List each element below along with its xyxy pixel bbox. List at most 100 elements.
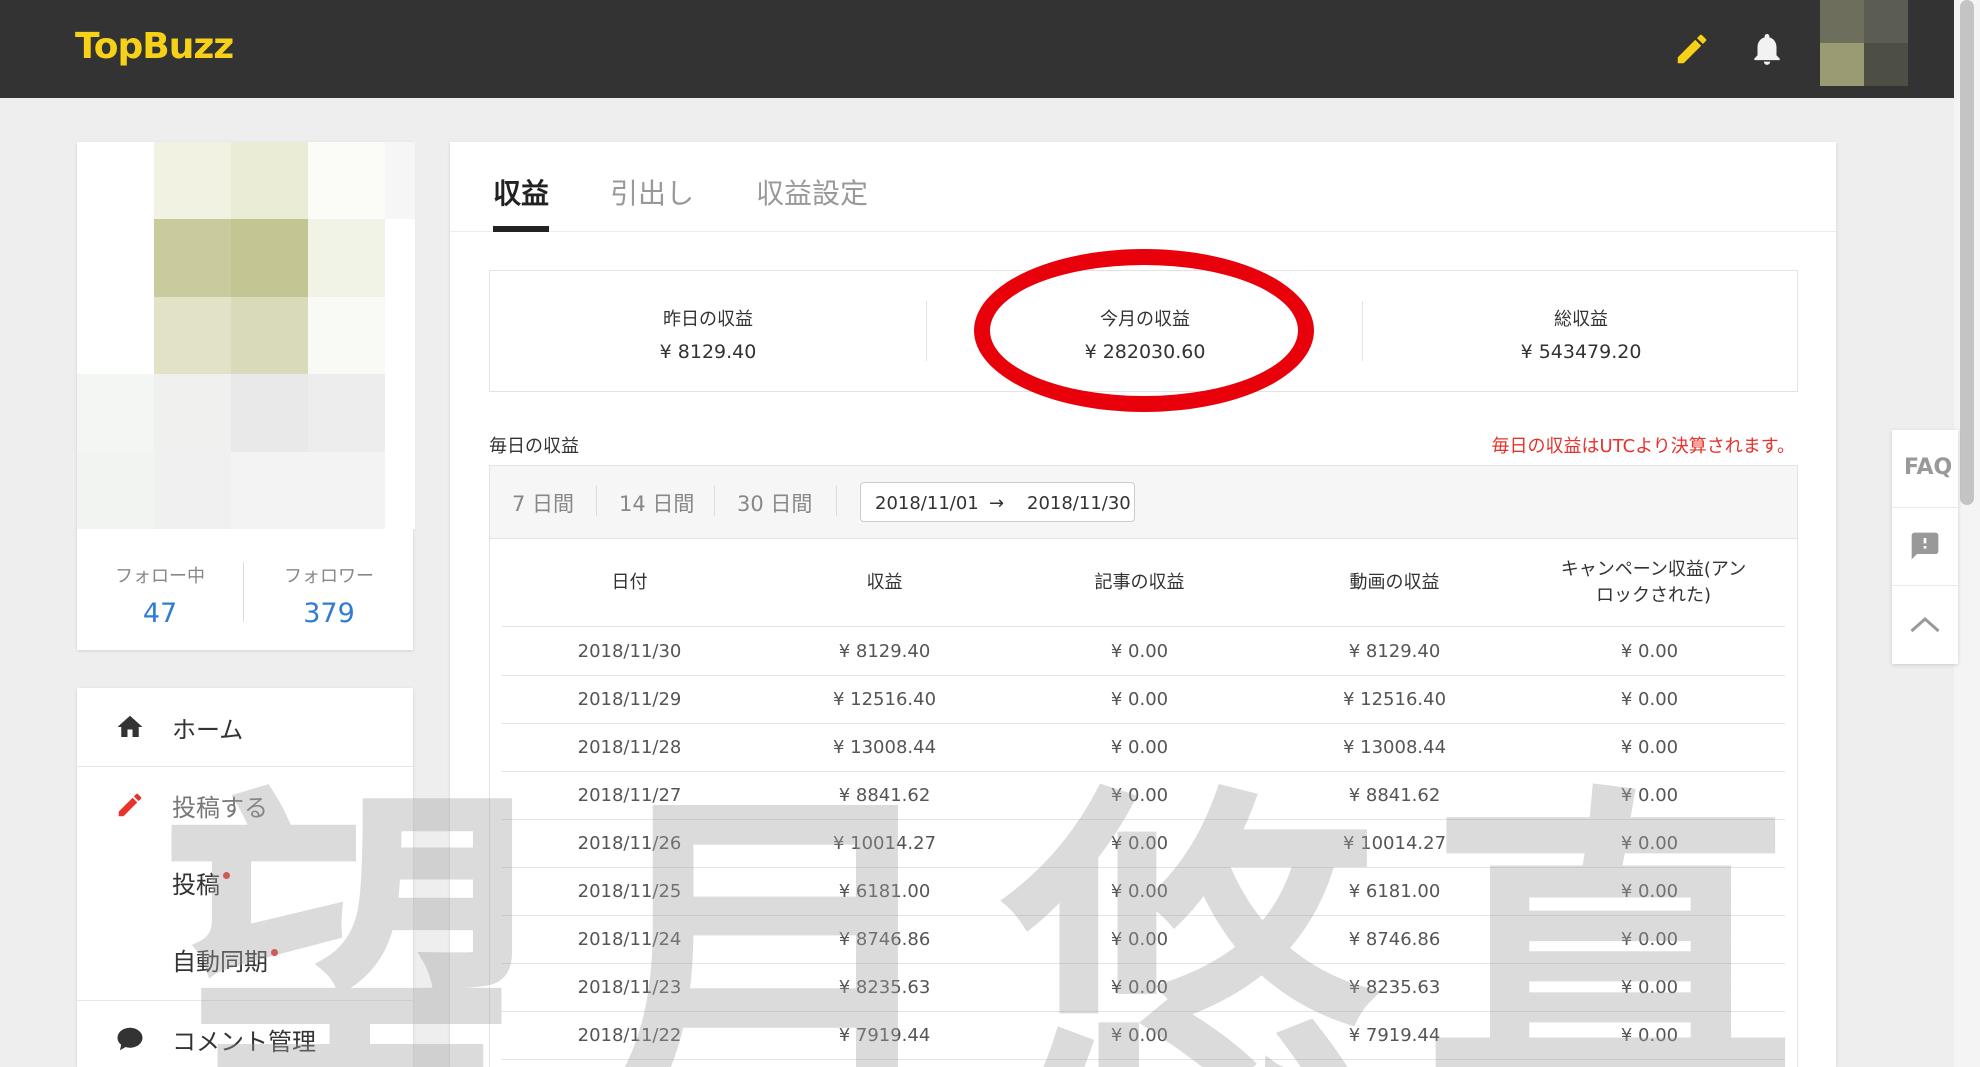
followers-count[interactable]: 379 [254,598,404,629]
table-cell: ¥ 8841.62 [1348,785,1441,806]
table-cell: ¥ 12516.40 [832,689,937,710]
nav-post-label: 投稿 [172,871,220,899]
tab-earnings-settings[interactable]: 収益設定 [756,172,868,212]
nav-comments-label: コメント管理 [172,1028,316,1056]
table-cell: 2018/11/24 [577,929,682,950]
follow-divider [243,562,244,622]
feedback-button[interactable] [1892,508,1958,586]
table-cell: 2018/11/29 [577,689,682,710]
table-row: 2018/11/28 ¥ 13008.44 ¥ 0.00 ¥ 13008.44 ¥ 0.… [502,724,1785,772]
nav-auto-sync-label: 自動同期 [172,948,268,976]
column-header-earnings: 収益 [866,572,903,593]
period-divider [836,486,837,516]
table-cell: ¥ 0.00 [1110,785,1169,806]
pencil-icon[interactable] [1673,30,1711,68]
table-cell: ¥ 10014.27 [832,833,937,854]
faq-label: FAQ [1904,455,1953,480]
table-cell: 2018/11/26 [577,833,682,854]
table-cell: ¥ 0.00 [1620,689,1679,710]
side-nav: ホーム 投稿する 投稿 自動同期 コメント管理 [77,688,413,1067]
tab-withdraw[interactable]: 引出し [610,172,694,212]
profile-card: フォロー中 47 フォロワー 379 [77,142,415,650]
table-cell: ¥ 6181.00 [1348,881,1441,902]
table-cell: ¥ 8235.63 [1348,977,1441,998]
nav-item-home[interactable]: ホーム [77,688,413,766]
table-cell: ¥ 8841.62 [838,785,931,806]
bell-icon[interactable] [1748,30,1786,68]
scrollbar-thumb[interactable] [1960,0,1974,505]
summary-yesterday: 昨日の収益 ¥ 8129.40 [490,305,926,363]
comment-icon [117,1027,143,1051]
table-cell: ¥ 0.00 [1110,737,1169,758]
table-cell: ¥ 12516.40 [1342,689,1447,710]
faq-button[interactable]: FAQ [1892,430,1958,508]
nav-item-auto-sync[interactable]: 自動同期 [77,920,413,998]
table-cell: ¥ 6181.00 [838,881,931,902]
highlight-circle [974,249,1314,412]
followers-stat[interactable]: フォロワー 379 [254,562,404,629]
table-cell: ¥ 0.00 [1110,1025,1169,1046]
table-cell: 2018/11/30 [577,641,682,662]
top-bar: TopBuzz [0,0,1980,98]
date-from: 2018/11/01 [875,493,979,514]
table-row: 2018/11/22 ¥ 7919.44 ¥ 0.00 ¥ 7919.44 ¥ 0.00 [502,1012,1785,1060]
utc-settlement-note: 毎日の収益はUTCより決算されます。 [1491,436,1795,457]
period-7-days[interactable]: 7 日間 [512,488,574,518]
profile-picture [77,142,415,529]
table-row: 2018/11/23 ¥ 8235.63 ¥ 0.00 ¥ 8235.63 ¥ 0.00 [502,964,1785,1012]
table-row: 2018/11/25 ¥ 6181.00 ¥ 0.00 ¥ 6181.00 ¥ 0.00 [502,868,1785,916]
topbuzz-logo[interactable]: TopBuzz [75,26,234,67]
table-cell: 2018/11/23 [577,977,682,998]
column-header-date: 日付 [611,572,648,593]
table-cell: ¥ 0.00 [1620,881,1679,902]
following-count[interactable]: 47 [85,598,235,629]
earnings-panel: 収益 引出し 収益設定 昨日の収益 ¥ 8129.40 今月の収益 ¥ 2820… [450,142,1836,1067]
tab-bar: 収益 引出し 収益設定 [450,142,1836,232]
user-avatar[interactable] [1820,0,1908,86]
table-row: 2018/11/27 ¥ 8841.62 ¥ 0.00 ¥ 8841.62 ¥ 0.00 [502,772,1785,820]
date-range-picker[interactable]: 2018/11/01 → 2018/11/30 [860,482,1135,522]
table-cell: ¥ 0.00 [1110,641,1169,662]
chevron-up-icon [1910,616,1940,633]
table-cell: ¥ 0.00 [1110,977,1169,998]
table-cell: ¥ 0.00 [1620,1025,1679,1046]
nav-item-comments[interactable]: コメント管理 [77,1000,413,1067]
tab-earnings[interactable]: 収益 [493,172,549,212]
table-cell: ¥ 13008.44 [1342,737,1447,758]
table-cell: 2018/11/22 [577,1025,682,1046]
table-cell: ¥ 8746.86 [838,929,931,950]
table-cell: ¥ 8746.86 [1348,929,1441,950]
nav-item-post-section[interactable]: 投稿する [77,766,413,844]
table-cell: ¥ 0.00 [1620,977,1679,998]
nav-post-section-label: 投稿する [172,794,268,822]
notification-dot [271,949,278,956]
following-stat[interactable]: フォロー中 47 [85,562,235,629]
nav-item-post[interactable]: 投稿 [77,843,413,921]
table-cell: ¥ 0.00 [1620,785,1679,806]
followers-label: フォロワー [284,566,374,587]
period-30-days[interactable]: 30 日間 [737,488,812,518]
yesterday-value: ¥ 8129.40 [659,341,757,363]
period-divider [596,486,597,516]
summary-total: 総収益 ¥ 543479.20 [1363,305,1799,363]
table-cell: ¥ 7919.44 [1348,1025,1441,1046]
table-row: 2018/11/30 ¥ 8129.40 ¥ 0.00 ¥ 8129.40 ¥ 0.00 [502,628,1785,676]
table-cell: ¥ 10014.27 [1342,833,1447,854]
pencil-icon [118,793,142,817]
table-cell: ¥ 0.00 [1620,929,1679,950]
daily-earnings-title: 毎日の収益 [489,436,579,457]
table-cell: 2018/11/27 [577,785,682,806]
active-tab-indicator [493,226,549,232]
table-cell: ¥ 13008.44 [832,737,937,758]
daily-earnings-table: 日付 収益 記事の収益 動画の収益 キャンペーン収益(アンロックされた) 201… [489,539,1798,1067]
table-cell: ¥ 0.00 [1620,833,1679,854]
period-14-days[interactable]: 14 日間 [619,488,694,518]
column-header-campaign-earnings: キャンペーン収益(アンロックされた) [1560,559,1747,606]
feedback-icon [1911,532,1939,560]
table-cell: ¥ 0.00 [1620,641,1679,662]
table-cell: ¥ 0.00 [1110,689,1169,710]
side-tools: FAQ [1892,430,1958,664]
scroll-to-top-button[interactable] [1892,586,1958,664]
arrow-right-icon: → [989,493,1005,514]
table-cell: ¥ 0.00 [1620,737,1679,758]
